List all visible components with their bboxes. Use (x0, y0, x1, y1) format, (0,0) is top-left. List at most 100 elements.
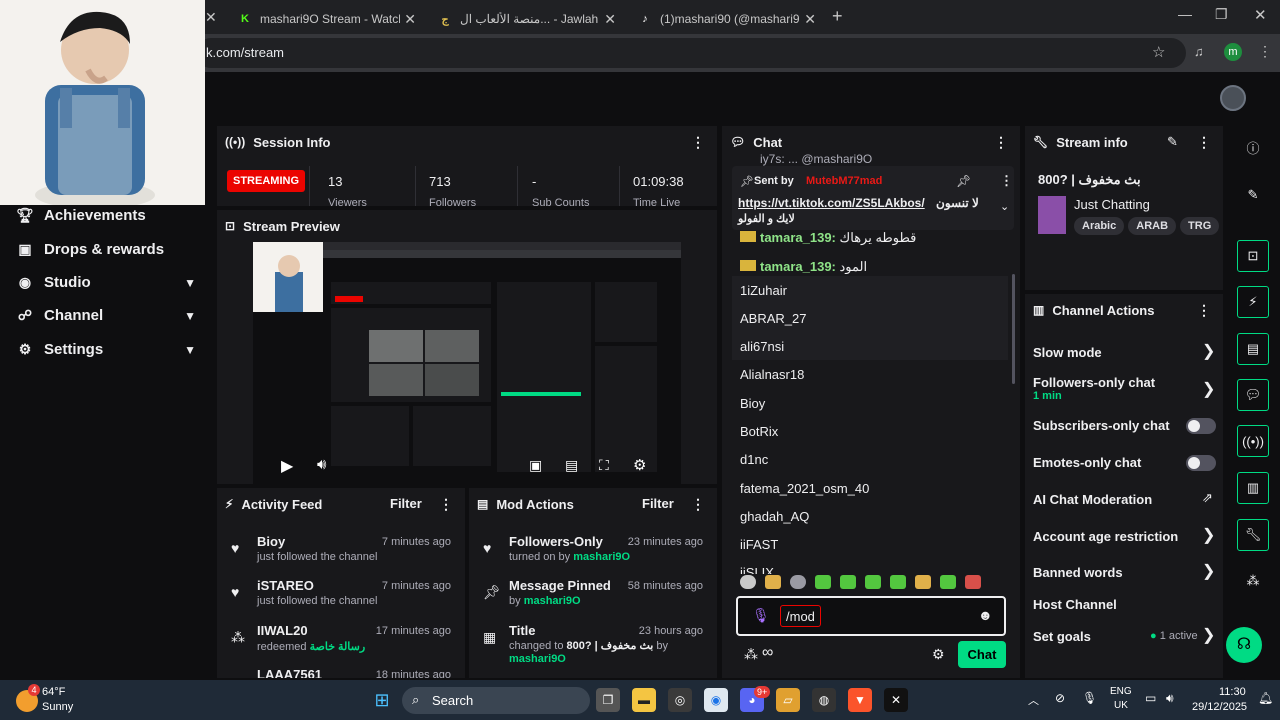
category-thumbnail[interactable] (1038, 196, 1066, 234)
capcut-icon[interactable]: ✕ (884, 688, 908, 712)
display-icon[interactable]: ▭ (1145, 691, 1156, 705)
chrome-icon[interactable]: ◉ (704, 688, 728, 712)
microphone-icon[interactable]: 🎙︎ (752, 607, 770, 624)
fullscreen-icon[interactable]: ⛶ (599, 457, 609, 474)
emote-icon[interactable] (815, 575, 831, 589)
stream-info-toggle-icon[interactable]: 🔧︎ (1237, 519, 1269, 551)
sidebar-item-drops-rewards[interactable]: ▣ Drops & rewards (16, 241, 202, 258)
emote-icon[interactable] (865, 575, 881, 589)
user-suggestion[interactable]: ghadah_AQ (732, 502, 1008, 530)
browser-menu-icon[interactable]: ⋮ (1258, 43, 1272, 60)
support-headset-icon[interactable]: ☊ (1226, 627, 1262, 663)
sidebar-item-studio[interactable]: ◉ Studio ▼ (16, 274, 202, 291)
slow-mode-action[interactable]: Slow mode (1033, 345, 1102, 360)
filter-button[interactable]: Filter (642, 496, 674, 511)
emotes-only-toggle[interactable] (1186, 455, 1216, 471)
chevron-up-icon[interactable]: ︿ (1028, 692, 1039, 708)
more-options-icon[interactable]: ⋮ (994, 134, 1008, 151)
user-suggestion[interactable]: fatema_2021_osm_40 (732, 474, 1008, 502)
close-window-icon[interactable]: ✕ (1254, 6, 1267, 24)
task-view-icon[interactable]: ❐ (596, 688, 620, 712)
points-icon[interactable]: ⁂ (1237, 565, 1269, 597)
volume-icon[interactable]: 🔊︎ (1166, 691, 1174, 706)
activity-user[interactable]: LAAA7561 (257, 667, 322, 678)
network-off-icon[interactable]: ⊘ (1055, 691, 1065, 705)
chat-settings-icon[interactable]: ⚙ (932, 646, 945, 663)
settings-icon[interactable]: ⚙ (633, 456, 646, 474)
user-avatar[interactable] (1220, 85, 1246, 111)
close-tab-icon[interactable]: ✕ (404, 11, 416, 28)
emote-icon[interactable] (940, 575, 956, 589)
more-options-icon[interactable]: ⋮ (691, 134, 705, 151)
emote-icon[interactable] (840, 575, 856, 589)
user-suggestion[interactable]: Bioy (732, 389, 1008, 417)
edit-pencil-icon[interactable]: ✎ (1167, 134, 1178, 150)
account-age-action[interactable]: Account age restriction (1033, 529, 1178, 544)
tag[interactable]: ARAB (1128, 217, 1177, 235)
chevron-right-icon[interactable]: ❯ (1202, 625, 1215, 645)
notification-bell-icon[interactable]: 🔔︎ (1258, 691, 1273, 705)
app-icon[interactable]: ▱ (776, 688, 800, 712)
url-field[interactable]: k.com/stream (196, 38, 1186, 68)
emote-icon[interactable] (965, 575, 981, 589)
ai-moderation-action[interactable]: AI Chat Moderation (1033, 492, 1152, 507)
clock-time[interactable]: 11:30 (1219, 686, 1246, 698)
user-suggestion[interactable]: ali67nsi (732, 332, 1008, 360)
more-options-icon[interactable]: ⋮ (1000, 173, 1013, 189)
scrollbar[interactable] (1012, 274, 1015, 384)
activity-user[interactable]: iSTAREO (257, 578, 314, 593)
close-tab-icon[interactable]: ✕ (804, 11, 816, 28)
channel-actions-toggle-icon[interactable]: ▥ (1237, 472, 1269, 504)
windows-start-icon[interactable]: ⊞ (370, 688, 394, 712)
chevron-down-icon[interactable]: ⌄ (1000, 200, 1009, 213)
activity-toggle-icon[interactable]: ⚡︎ (1237, 286, 1269, 318)
chat-username[interactable]: tamara_139: (760, 259, 836, 274)
emote-icon[interactable] (915, 575, 931, 589)
chevron-right-icon[interactable]: ❯ (1202, 561, 1215, 581)
volume-icon[interactable]: 🔊︎ (317, 456, 326, 473)
language-indicator[interactable]: ENG (1110, 686, 1132, 697)
pinned-link[interactable]: https://vt.tiktok.com/ZS5LAkbos/ (738, 196, 925, 210)
restore-icon[interactable]: ❐ (1215, 6, 1228, 23)
user-suggestion[interactable]: iiSLIX (732, 558, 1008, 574)
pinned-sender[interactable]: MutebM77mad (806, 175, 882, 187)
user-suggestion[interactable]: 1iZuhair (732, 276, 1008, 304)
user-suggestion[interactable]: d1nc (732, 445, 1008, 473)
profile-avatar[interactable]: m (1224, 43, 1242, 61)
points-icon[interactable]: ⁂ (744, 646, 758, 663)
more-options-icon[interactable]: ⋮ (1197, 302, 1211, 319)
send-chat-button[interactable]: Chat (958, 641, 1006, 668)
more-options-icon[interactable]: ⋮ (691, 496, 705, 513)
sidebar-item-achievements[interactable]: 🏆︎ Achievements (16, 207, 202, 224)
session-toggle-icon[interactable]: ((•)) (1237, 425, 1269, 457)
file-explorer-icon[interactable]: ▬ (632, 688, 656, 712)
activity-user[interactable]: IIWAL20 (257, 623, 308, 638)
chat-input[interactable]: /mod (780, 605, 821, 627)
play-icon[interactable]: ▶ (281, 456, 293, 476)
chevron-right-icon[interactable]: ❯ (1202, 379, 1215, 399)
chevron-right-icon[interactable]: ❯ (1202, 341, 1215, 361)
more-options-icon[interactable]: ⋮ (439, 496, 453, 513)
activity-user[interactable]: Bioy (257, 534, 285, 549)
browser-tab-stream[interactable]: K mashari9O Stream - Watch Live ✕ (228, 4, 424, 34)
info-icon[interactable]: ⓘ (1237, 131, 1269, 163)
mod-log-toggle-icon[interactable]: ▤ (1237, 333, 1269, 365)
new-tab-icon[interactable]: + (832, 6, 843, 27)
close-tab-icon[interactable]: ✕ (205, 9, 217, 26)
browser-tab-tiktok[interactable]: ♪ (1)mashari90 (@mashari9o) | Ti ✕ (628, 4, 824, 34)
external-link-icon[interactable]: ⇗ (1202, 490, 1213, 506)
followers-only-action[interactable]: Followers-only chat (1033, 375, 1155, 390)
stream-video[interactable]: ▶ 🔊︎ ▣ ▤ ⛶ ⚙ (253, 242, 681, 484)
chevron-right-icon[interactable]: ❯ (1202, 525, 1215, 545)
media-control-icon[interactable]: ♫ (1194, 44, 1204, 59)
unpin-icon[interactable]: 📌︎ (956, 174, 971, 188)
emote-icon[interactable] (790, 575, 806, 589)
user-suggestion[interactable]: BotRix (732, 417, 1008, 445)
more-options-icon[interactable]: ⋮ (1197, 134, 1211, 151)
clip-icon[interactable]: ▤ (565, 457, 578, 474)
subscribers-only-toggle[interactable] (1186, 418, 1216, 434)
brave-icon[interactable]: ▼ (848, 688, 872, 712)
browser-tab-jawlah[interactable]: ج منصة الألعاب ال... - Jawlah | جولة ✕ (428, 4, 624, 34)
category-name[interactable]: Just Chatting (1074, 197, 1150, 212)
emote-picker-icon[interactable]: ☻ (978, 607, 993, 623)
